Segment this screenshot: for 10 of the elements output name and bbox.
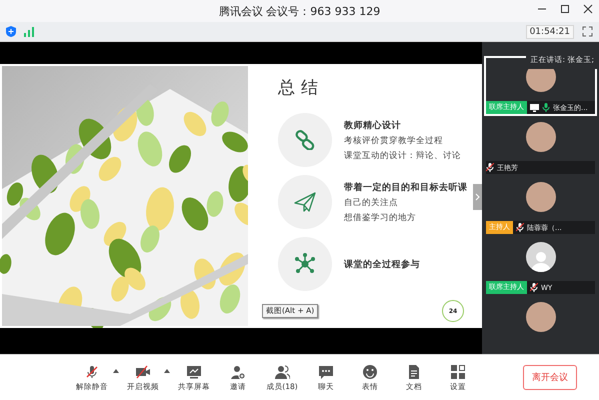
- item-text: 课堂互动的设计：辩论、讨论: [344, 150, 461, 162]
- item-heading: 教师精心设计: [344, 119, 402, 132]
- meeting-timer: 01:54:21: [526, 24, 574, 38]
- item-text: 自己的关注点: [344, 196, 399, 208]
- item-text: 想借鉴学习的地方: [344, 212, 417, 224]
- item-heading: 带着一定的目的和目标去听课: [344, 181, 468, 194]
- item-text: 考核评价贯穿教学全过程: [344, 134, 444, 146]
- window-title: 腾讯会议 会议号：963 933 129: [218, 4, 380, 18]
- slide-title: 总结: [278, 77, 325, 99]
- item-heading: 课堂的全过程参与: [344, 258, 420, 270]
